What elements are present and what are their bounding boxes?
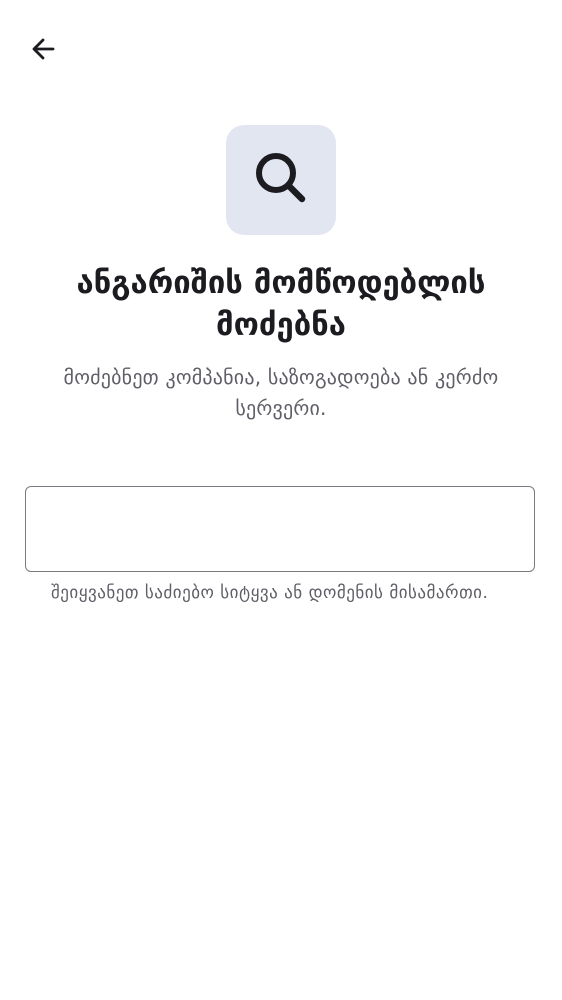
search-field[interactable] — [25, 486, 535, 572]
search-input[interactable] — [26, 487, 534, 571]
search-icon-container — [226, 125, 336, 235]
search-helper-text: შეიყვანეთ საძიებო სიტყვა ან დომენის მისა… — [51, 583, 489, 603]
page-title: ანგარიშის მომწოდებლის მოძებნა — [76, 265, 486, 343]
search-icon — [253, 150, 309, 210]
back-button[interactable] — [22, 30, 64, 72]
page-subtitle: მოძებნეთ კომპანია, საზოგადოება ან კერძო … — [63, 365, 499, 420]
arrow-left-icon — [29, 35, 57, 67]
